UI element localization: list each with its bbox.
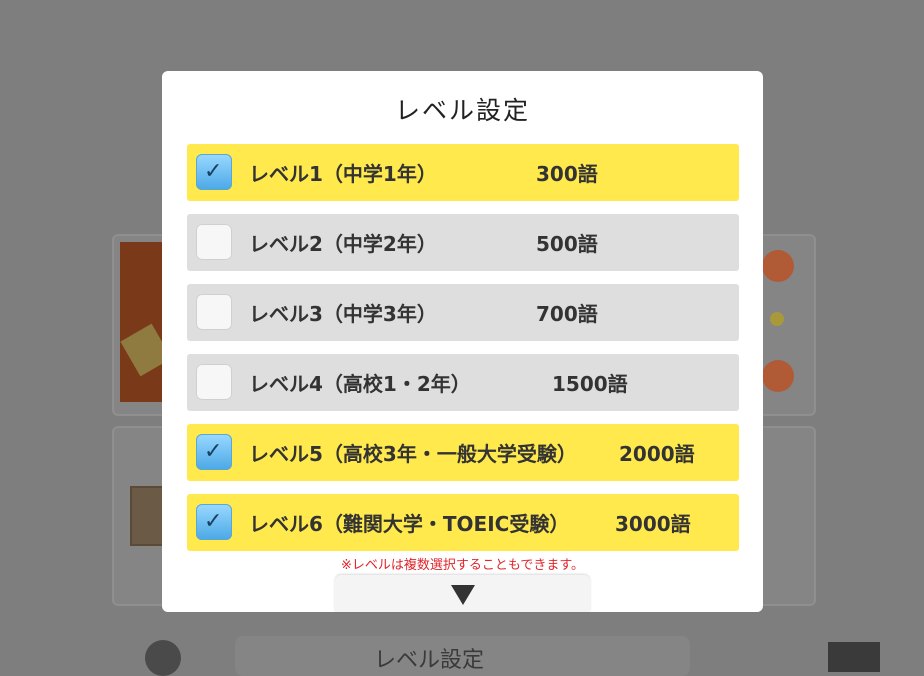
level-row-6[interactable]: ✓ レベル6（難関大学・TOEIC受験） 3000語	[187, 494, 739, 551]
background-dot	[770, 312, 784, 326]
background-settings-label: レベル設定	[374, 648, 485, 673]
level-5-checkbox[interactable]: ✓	[196, 434, 232, 470]
level-3-label: レベル3（中学3年）	[249, 302, 437, 326]
level-3-checkbox[interactable]	[196, 294, 232, 330]
level-5-label: レベル5（高校3年・一般大学受験）	[249, 442, 577, 466]
level-row-3[interactable]: レベル3（中学3年） 700語	[187, 284, 739, 341]
background-thumbnail	[120, 242, 168, 402]
checkmark-icon: ✓	[204, 439, 223, 464]
level-4-count: 1500語	[552, 372, 628, 396]
level-1-count: 300語	[536, 162, 598, 186]
level-2-checkbox[interactable]	[196, 224, 232, 260]
scroll-down-button[interactable]	[335, 575, 590, 612]
level-2-label: レベル2（中学2年）	[249, 232, 437, 256]
level-row-5[interactable]: ✓ レベル5（高校3年・一般大学受験） 2000語	[187, 424, 739, 481]
background-list-icon	[764, 434, 808, 584]
level-4-label: レベル4（高校1・2年）	[249, 372, 471, 396]
background-dot	[762, 360, 794, 392]
level-6-checkbox[interactable]: ✓	[196, 504, 232, 540]
level-3-count: 700語	[536, 302, 598, 326]
checkmark-icon: ✓	[204, 159, 223, 184]
checkmark-icon: ✓	[204, 509, 223, 534]
multi-select-note: ※レベルは複数選択することもできます。	[340, 558, 585, 573]
level-6-label: レベル6（難関大学・TOEIC受験）	[249, 512, 570, 536]
dialog-title: レベル設定	[394, 96, 530, 125]
down-triangle-icon	[451, 585, 475, 605]
level-1-label: レベル1（中学1年）	[249, 162, 437, 186]
level-5-count: 2000語	[619, 442, 695, 466]
background-dot	[762, 250, 794, 282]
level-row-2[interactable]: レベル2（中学2年） 500語	[187, 214, 739, 271]
level-4-checkbox[interactable]	[196, 364, 232, 400]
level-settings-dialog: レベル設定 ✓ レベル1（中学1年） 300語 レベル2（中学2年） 500語 …	[162, 71, 763, 612]
smile-icon	[145, 640, 181, 676]
level-2-count: 500語	[536, 232, 598, 256]
book-icon	[828, 642, 880, 672]
level-row-1[interactable]: ✓ レベル1（中学1年） 300語	[187, 144, 739, 201]
level-1-checkbox[interactable]: ✓	[196, 154, 232, 190]
level-row-4[interactable]: レベル4（高校1・2年） 1500語	[187, 354, 739, 411]
level-6-count: 3000語	[615, 512, 691, 536]
